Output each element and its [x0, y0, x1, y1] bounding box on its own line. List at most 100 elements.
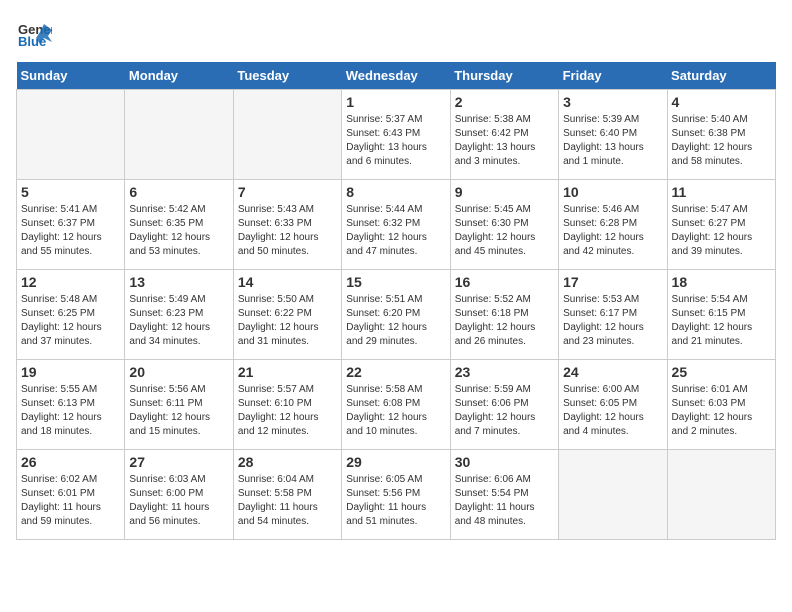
day-number: 11 — [672, 184, 771, 200]
day-info: Sunrise: 5:42 AM Sunset: 6:35 PM Dayligh… — [129, 203, 228, 259]
day-number: 21 — [238, 364, 337, 380]
day-number: 18 — [672, 274, 771, 290]
day-number: 13 — [129, 274, 228, 290]
day-info: Sunrise: 6:03 AM Sunset: 6:00 PM Dayligh… — [129, 473, 228, 529]
day-info: Sunrise: 5:48 AM Sunset: 6:25 PM Dayligh… — [21, 293, 120, 349]
calendar-row: 12Sunrise: 5:48 AM Sunset: 6:25 PM Dayli… — [17, 270, 776, 360]
day-info: Sunrise: 6:00 AM Sunset: 6:05 PM Dayligh… — [563, 383, 662, 439]
calendar-cell: 27 Sunrise: 6:03 AM Sunset: 6:00 PM Dayli… — [125, 450, 233, 540]
day-number: 28 — [238, 454, 337, 470]
weekday-friday: Friday — [559, 62, 667, 90]
day-info: Sunrise: 6:01 AM Sunset: 6:03 PM Dayligh… — [672, 383, 771, 439]
calendar-cell — [233, 90, 341, 180]
day-number: 17 — [563, 274, 662, 290]
calendar-cell: 7 Sunrise: 5:43 AM Sunset: 6:33 PM Daylig… — [233, 180, 341, 270]
day-info: Sunrise: 5:57 AM Sunset: 6:10 PM Dayligh… — [238, 383, 337, 439]
day-number: 10 — [563, 184, 662, 200]
day-info: Sunrise: 5:58 AM Sunset: 6:08 PM Dayligh… — [346, 383, 445, 439]
day-info: Sunrise: 5:45 AM Sunset: 6:30 PM Dayligh… — [455, 203, 554, 259]
calendar-cell — [17, 90, 125, 180]
calendar-cell: 5 Sunrise: 5:41 AM Sunset: 6:37 PM Daylig… — [17, 180, 125, 270]
day-number: 8 — [346, 184, 445, 200]
calendar-cell: 25 Sunrise: 6:01 AM Sunset: 6:03 PM Dayli… — [667, 360, 775, 450]
calendar-cell: 17 Sunrise: 5:53 AM Sunset: 6:17 PM Dayli… — [559, 270, 667, 360]
day-info: Sunrise: 5:44 AM Sunset: 6:32 PM Dayligh… — [346, 203, 445, 259]
day-info: Sunrise: 5:46 AM Sunset: 6:28 PM Dayligh… — [563, 203, 662, 259]
day-number: 25 — [672, 364, 771, 380]
day-number: 16 — [455, 274, 554, 290]
weekday-monday: Monday — [125, 62, 233, 90]
calendar-cell: 19 Sunrise: 5:55 AM Sunset: 6:13 PM Dayli… — [17, 360, 125, 450]
calendar-cell: 23 Sunrise: 5:59 AM Sunset: 6:06 PM Dayli… — [450, 360, 558, 450]
calendar-cell — [667, 450, 775, 540]
day-number: 1 — [346, 94, 445, 110]
day-info: Sunrise: 5:56 AM Sunset: 6:11 PM Dayligh… — [129, 383, 228, 439]
day-number: 27 — [129, 454, 228, 470]
day-number: 3 — [563, 94, 662, 110]
day-number: 7 — [238, 184, 337, 200]
calendar-row: 19 Sunrise: 5:55 AM Sunset: 6:13 PM Dayli… — [17, 360, 776, 450]
day-info: Sunrise: 5:52 AM Sunset: 6:18 PM Dayligh… — [455, 293, 554, 349]
weekday-sunday: Sunday — [17, 62, 125, 90]
weekday-thursday: Thursday — [450, 62, 558, 90]
calendar-cell: 3 Sunrise: 5:39 AM Sunset: 6:40 PM Daylig… — [559, 90, 667, 180]
day-number: 15 — [346, 274, 445, 290]
calendar-cell: 30 Sunrise: 6:06 AM Sunset: 5:54 PM Dayli… — [450, 450, 558, 540]
calendar-cell: 12Sunrise: 5:48 AM Sunset: 6:25 PM Dayli… — [17, 270, 125, 360]
day-info: Sunrise: 5:50 AM Sunset: 6:22 PM Dayligh… — [238, 293, 337, 349]
calendar-row: 1 Sunrise: 5:37 AM Sunset: 6:43 PM Daylig… — [17, 90, 776, 180]
day-info: Sunrise: 6:02 AM Sunset: 6:01 PM Dayligh… — [21, 473, 120, 529]
day-number: 4 — [672, 94, 771, 110]
calendar-cell — [559, 450, 667, 540]
calendar-cell: 2 Sunrise: 5:38 AM Sunset: 6:42 PM Daylig… — [450, 90, 558, 180]
calendar-row: 5 Sunrise: 5:41 AM Sunset: 6:37 PM Daylig… — [17, 180, 776, 270]
calendar-cell: 29 Sunrise: 6:05 AM Sunset: 5:56 PM Dayli… — [342, 450, 450, 540]
day-info: Sunrise: 6:05 AM Sunset: 5:56 PM Dayligh… — [346, 473, 445, 529]
day-number: 19 — [21, 364, 120, 380]
calendar-cell: 6 Sunrise: 5:42 AM Sunset: 6:35 PM Daylig… — [125, 180, 233, 270]
day-info: Sunrise: 6:06 AM Sunset: 5:54 PM Dayligh… — [455, 473, 554, 529]
day-number: 29 — [346, 454, 445, 470]
calendar-cell: 18 Sunrise: 5:54 AM Sunset: 6:15 PM Dayli… — [667, 270, 775, 360]
calendar-table: SundayMondayTuesdayWednesdayThursdayFrid… — [16, 62, 776, 540]
day-info: Sunrise: 6:04 AM Sunset: 5:58 PM Dayligh… — [238, 473, 337, 529]
calendar-cell: 16 Sunrise: 5:52 AM Sunset: 6:18 PM Dayli… — [450, 270, 558, 360]
calendar-cell: 15 Sunrise: 5:51 AM Sunset: 6:20 PM Dayli… — [342, 270, 450, 360]
day-number: 2 — [455, 94, 554, 110]
day-info: Sunrise: 5:37 AM Sunset: 6:43 PM Dayligh… — [346, 113, 445, 169]
calendar-row: 26 Sunrise: 6:02 AM Sunset: 6:01 PM Dayli… — [17, 450, 776, 540]
day-info: Sunrise: 5:55 AM Sunset: 6:13 PM Dayligh… — [21, 383, 120, 439]
day-number: 23 — [455, 364, 554, 380]
calendar-cell: 10 Sunrise: 5:46 AM Sunset: 6:28 PM Dayli… — [559, 180, 667, 270]
calendar-cell: 8 Sunrise: 5:44 AM Sunset: 6:32 PM Daylig… — [342, 180, 450, 270]
weekday-tuesday: Tuesday — [233, 62, 341, 90]
calendar-cell: 9 Sunrise: 5:45 AM Sunset: 6:30 PM Daylig… — [450, 180, 558, 270]
day-info: Sunrise: 5:40 AM Sunset: 6:38 PM Dayligh… — [672, 113, 771, 169]
calendar-cell: 4 Sunrise: 5:40 AM Sunset: 6:38 PM Daylig… — [667, 90, 775, 180]
calendar-cell: 11Sunrise: 5:47 AM Sunset: 6:27 PM Dayli… — [667, 180, 775, 270]
logo: General Blue — [16, 16, 56, 52]
weekday-saturday: Saturday — [667, 62, 775, 90]
day-info: Sunrise: 5:51 AM Sunset: 6:20 PM Dayligh… — [346, 293, 445, 349]
day-number: 30 — [455, 454, 554, 470]
weekday-wednesday: Wednesday — [342, 62, 450, 90]
day-number: 5 — [21, 184, 120, 200]
day-info: Sunrise: 5:43 AM Sunset: 6:33 PM Dayligh… — [238, 203, 337, 259]
day-info: Sunrise: 5:38 AM Sunset: 6:42 PM Dayligh… — [455, 113, 554, 169]
calendar-cell: 21 Sunrise: 5:57 AM Sunset: 6:10 PM Dayli… — [233, 360, 341, 450]
calendar-cell: 1 Sunrise: 5:37 AM Sunset: 6:43 PM Daylig… — [342, 90, 450, 180]
calendar-cell: 13Sunrise: 5:49 AM Sunset: 6:23 PM Dayli… — [125, 270, 233, 360]
weekday-header-row: SundayMondayTuesdayWednesdayThursdayFrid… — [17, 62, 776, 90]
day-info: Sunrise: 5:59 AM Sunset: 6:06 PM Dayligh… — [455, 383, 554, 439]
day-info: Sunrise: 5:54 AM Sunset: 6:15 PM Dayligh… — [672, 293, 771, 349]
day-number: 9 — [455, 184, 554, 200]
day-number: 6 — [129, 184, 228, 200]
day-info: Sunrise: 5:53 AM Sunset: 6:17 PM Dayligh… — [563, 293, 662, 349]
calendar-cell: 24Sunrise: 6:00 AM Sunset: 6:05 PM Dayli… — [559, 360, 667, 450]
page-header: General Blue — [16, 16, 776, 52]
day-info: Sunrise: 5:39 AM Sunset: 6:40 PM Dayligh… — [563, 113, 662, 169]
calendar-cell: 26 Sunrise: 6:02 AM Sunset: 6:01 PM Dayli… — [17, 450, 125, 540]
logo-icon: General Blue — [16, 16, 52, 52]
day-number: 26 — [21, 454, 120, 470]
day-info: Sunrise: 5:41 AM Sunset: 6:37 PM Dayligh… — [21, 203, 120, 259]
